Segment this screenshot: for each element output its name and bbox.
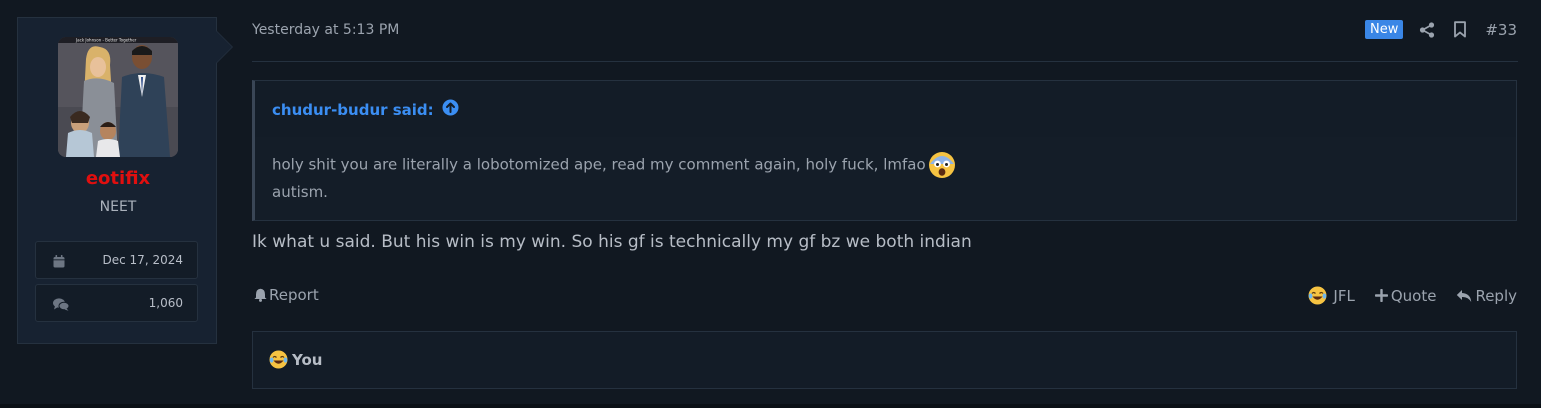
new-badge: New xyxy=(1364,20,1404,39)
quote-label: Quote xyxy=(1390,286,1437,305)
avatar-caption: Jack Johnson - Better Together xyxy=(75,38,137,43)
plus-icon xyxy=(1374,289,1388,302)
reactions-summary: You xyxy=(269,350,322,369)
reaction-label: JFL xyxy=(1333,286,1355,305)
header-divider xyxy=(252,61,1518,62)
share-icon[interactable] xyxy=(1419,21,1435,38)
messages-count: 1,060 xyxy=(148,296,183,310)
blockquote: chudur-budur said: holy shit you are lit… xyxy=(252,80,1517,221)
calendar-icon xyxy=(53,253,65,272)
reactions-label[interactable]: You xyxy=(292,351,322,369)
comments-icon xyxy=(53,296,70,315)
user-panel: Jack Johnson - Better Together eotifix N… xyxy=(17,17,217,344)
quote-button[interactable]: Quote xyxy=(1374,286,1437,305)
message-body: Ik what u said. But his win is my win. S… xyxy=(252,232,972,252)
report-label: Report xyxy=(269,286,319,304)
reply-label: Reply xyxy=(1475,286,1517,305)
quote-line-2: autism. xyxy=(272,183,328,201)
bottom-border xyxy=(0,404,1541,408)
arrow-up-circle-icon[interactable] xyxy=(442,99,459,120)
quote-header: chudur-budur said: xyxy=(255,81,1516,137)
report-button[interactable]: Report xyxy=(254,286,319,304)
quote-author-link[interactable]: chudur-budur said: xyxy=(272,99,459,120)
quote-author-label: chudur-budur said: xyxy=(272,100,434,119)
laughing-emoji-icon xyxy=(269,350,288,369)
username[interactable]: eotifix xyxy=(18,168,218,189)
quote-line-1-text: holy shit you are literally a lobotomize… xyxy=(272,155,926,174)
post-actions: JFL Quote Reply xyxy=(1288,286,1517,305)
reaction-button[interactable]: JFL xyxy=(1308,286,1355,305)
reply-button[interactable]: Reply xyxy=(1456,287,1517,305)
avatar[interactable]: Jack Johnson - Better Together xyxy=(58,37,178,157)
reply-icon xyxy=(1457,289,1472,302)
post-header-actions: New #33 xyxy=(1364,20,1517,39)
message-post: Jack Johnson - Better Together eotifix N… xyxy=(0,0,1541,408)
quote-line-1: holy shit you are literally a lobotomize… xyxy=(272,151,956,179)
user-title: NEET xyxy=(99,199,137,215)
joined-stat: Dec 17, 2024 xyxy=(35,241,198,279)
bell-icon xyxy=(254,288,267,302)
messages-stat: 1,060 xyxy=(35,284,198,322)
reactions-bar[interactable]: You xyxy=(252,331,1517,389)
bookmark-icon[interactable] xyxy=(1453,21,1467,38)
laughing-emoji-icon xyxy=(1308,286,1327,305)
user-panel-arrow-fill xyxy=(216,31,232,63)
joined-date: Dec 17, 2024 xyxy=(102,253,183,267)
quote-content: holy shit you are literally a lobotomize… xyxy=(272,151,956,205)
avatar-photo: Jack Johnson - Better Together xyxy=(58,37,178,157)
post-timestamp[interactable]: Yesterday at 5:13 PM xyxy=(252,22,399,38)
post-number-link[interactable]: #33 xyxy=(1485,21,1517,39)
shocked-emoji-icon xyxy=(928,152,955,178)
